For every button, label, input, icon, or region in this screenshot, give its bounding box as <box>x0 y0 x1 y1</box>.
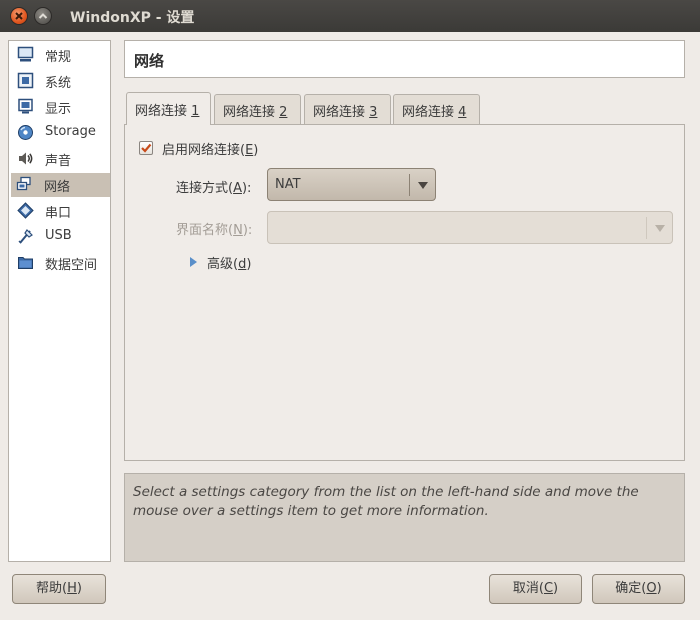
close-button[interactable] <box>10 7 28 25</box>
sidebar-item-audio[interactable]: 声音 <box>12 147 110 171</box>
enable-adapter-checkbox[interactable] <box>139 141 153 155</box>
chevron-down-icon <box>418 182 428 189</box>
tab-adapter-3[interactable]: 网络连接 3 <box>304 94 391 124</box>
usb-icon <box>18 229 33 244</box>
interface-name-select <box>267 211 673 244</box>
tab-adapter-1[interactable]: 网络连接 1 <box>126 92 211 125</box>
sidebar-item-label: 串口 <box>45 206 72 221</box>
settings-category-list[interactable]: 常规 系统 显示 Storage 声音 网络 串口 USB 数据空间 <box>8 40 111 562</box>
folder-icon <box>18 257 33 269</box>
advanced-expander[interactable]: 高级(d) <box>207 253 251 272</box>
window-title: WindonXP - 设置 <box>70 10 195 26</box>
sidebar-item-usb[interactable]: USB <box>12 225 110 249</box>
display-icon <box>18 98 33 114</box>
serial-port-icon <box>17 202 34 219</box>
sidebar-item-label: 数据空间 <box>45 258 98 273</box>
sidebar-item-label: 常规 <box>45 50 72 65</box>
sidebar-item-label: USB <box>45 228 72 243</box>
sidebar-item-storage[interactable]: Storage <box>12 121 110 145</box>
check-icon <box>141 143 152 153</box>
network-icon <box>16 176 31 191</box>
sidebar-item-system[interactable]: 系统 <box>12 69 110 93</box>
sidebar-item-display[interactable]: 显示 <box>12 95 110 119</box>
speaker-icon <box>19 152 33 165</box>
sidebar-item-shared-folders[interactable]: 数据空间 <box>12 251 110 275</box>
info-panel: Select a settings category from the list… <box>124 473 685 562</box>
sidebar-item-label: Storage <box>45 124 96 139</box>
attached-to-label: 连接方式(A): <box>176 181 252 196</box>
page-header: 网络 <box>124 40 685 78</box>
sidebar-item-serial-ports[interactable]: 串口 <box>12 199 110 223</box>
chevron-down-icon <box>655 225 665 232</box>
minimize-button[interactable] <box>34 7 52 25</box>
sidebar-item-label: 网络 <box>44 180 71 195</box>
enable-adapter-label[interactable]: 启用网络连接(E) <box>162 139 258 158</box>
select-divider <box>646 217 647 239</box>
tab-label: 网络连接 3 <box>313 105 378 120</box>
info-text: Select a settings category from the list… <box>133 484 639 519</box>
monitor-icon <box>17 46 34 62</box>
sidebar-item-label: 系统 <box>45 76 72 91</box>
tab-adapter-4[interactable]: 网络连接 4 <box>393 94 480 124</box>
ok-button[interactable]: 确定(O) <box>592 574 685 604</box>
attached-to-select[interactable]: NAT <box>267 168 436 201</box>
sidebar-item-general[interactable]: 常规 <box>12 43 110 67</box>
tab-label: 网络连接 2 <box>223 105 288 120</box>
sidebar-item-label: 显示 <box>45 102 72 117</box>
select-divider <box>409 174 410 196</box>
tab-label: 网络连接 1 <box>135 104 200 119</box>
chevron-up-icon <box>38 13 48 19</box>
expander-arrow-icon[interactable] <box>190 257 197 267</box>
disc-icon <box>18 125 33 140</box>
title-bar: WindonXP - 设置 <box>0 0 700 32</box>
sidebar-item-network[interactable]: 网络 <box>11 173 110 197</box>
motherboard-icon <box>17 72 34 89</box>
interface-name-label: 界面名称(N): <box>176 223 253 238</box>
tab-label: 网络连接 4 <box>402 105 467 120</box>
cancel-button[interactable]: 取消(C) <box>489 574 582 604</box>
help-button[interactable]: 帮助(H) <box>12 574 106 604</box>
attached-to-value: NAT <box>275 177 301 192</box>
close-icon <box>15 12 23 20</box>
page-title: 网络 <box>134 52 165 70</box>
adapter-panel: 启用网络连接(E) 连接方式(A): NAT 界面名称(N): 高级(d) <box>124 124 685 461</box>
tab-adapter-2[interactable]: 网络连接 2 <box>214 94 301 124</box>
sidebar-item-label: 声音 <box>45 154 72 169</box>
